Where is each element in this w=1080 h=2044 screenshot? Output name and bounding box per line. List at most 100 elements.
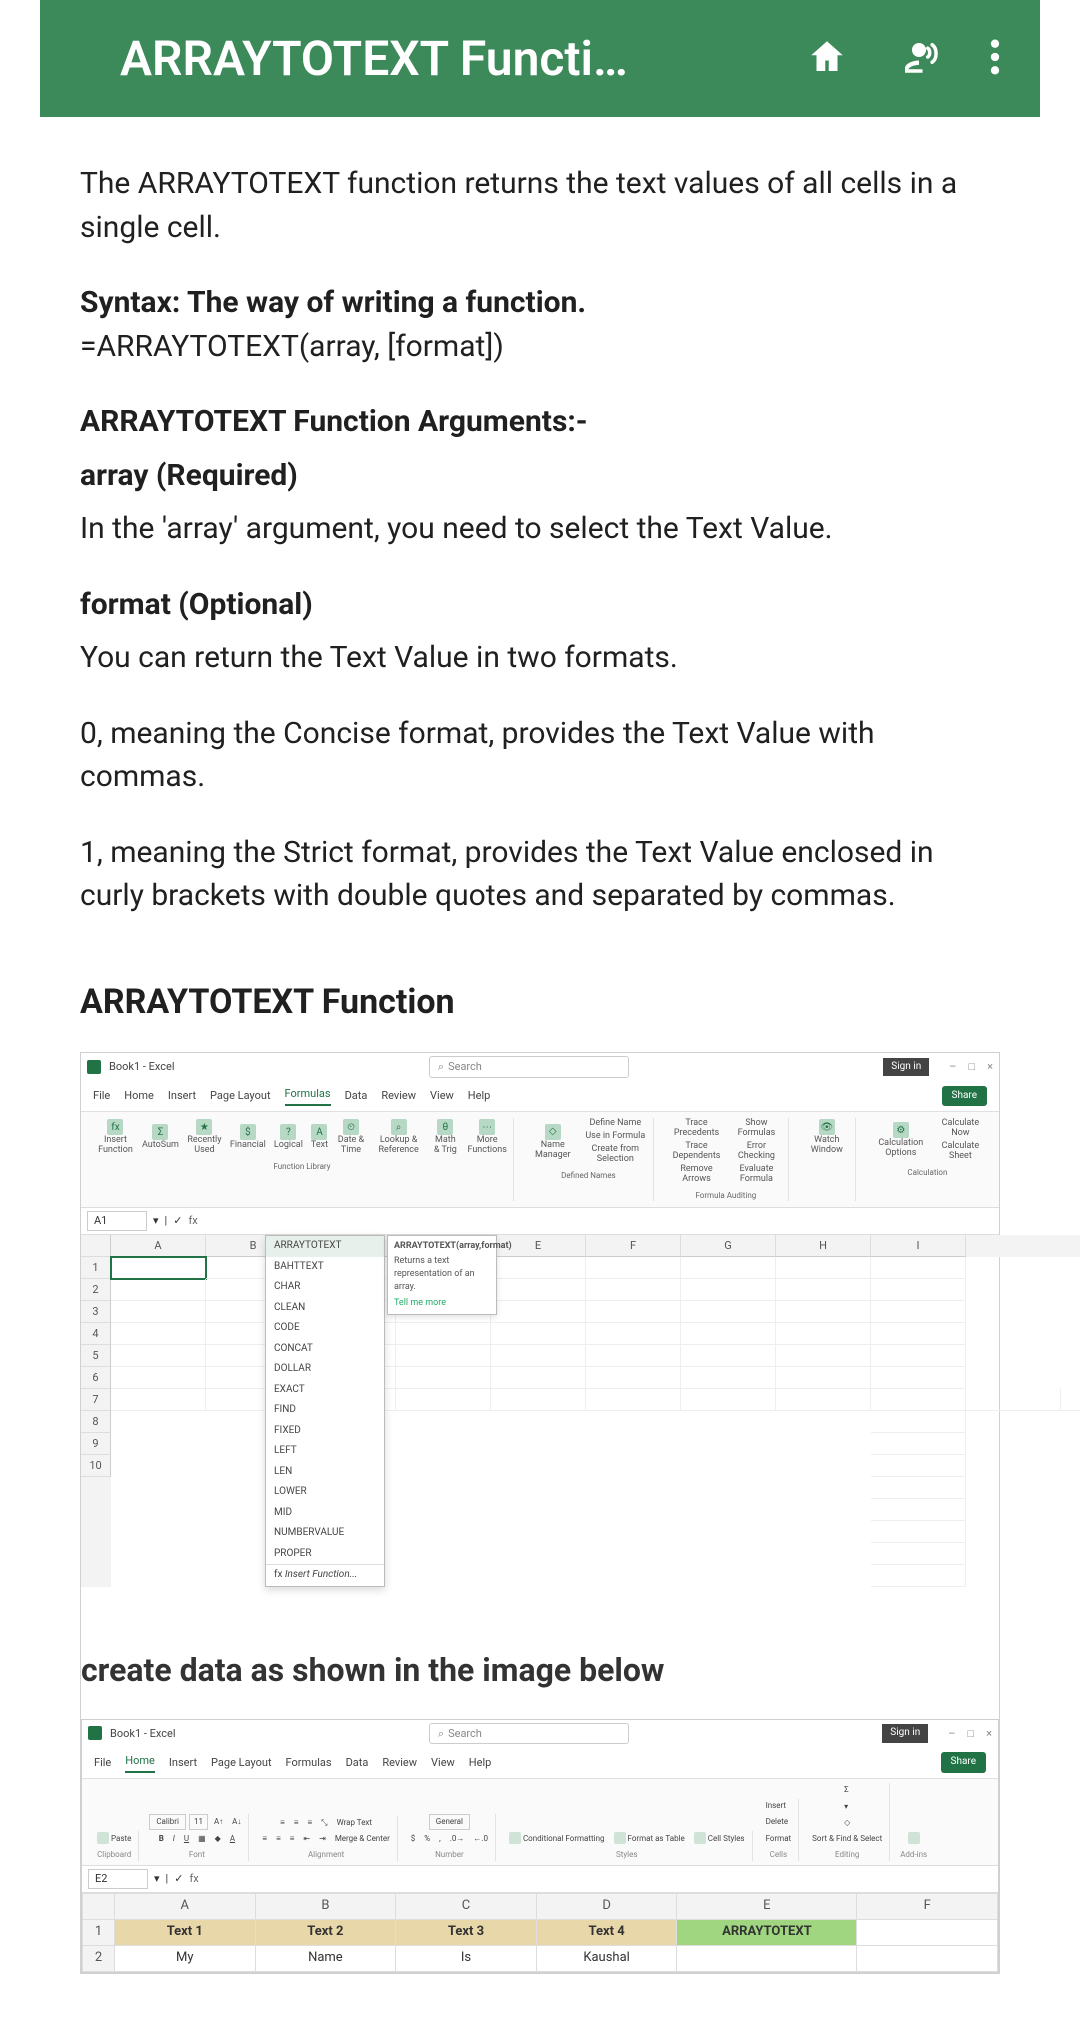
select-all-corner[interactable]	[83, 1893, 115, 1919]
cell[interactable]: My	[115, 1945, 256, 1971]
row-header[interactable]: 7	[81, 1389, 111, 1411]
dropdown-item[interactable]: CODE	[266, 1318, 384, 1339]
tab-file[interactable]: File	[94, 1755, 111, 1771]
italic-icon[interactable]: I	[170, 1832, 178, 1846]
dropdown-item[interactable]: NUMBERVALUE	[266, 1523, 384, 1544]
tab-data[interactable]: Data	[345, 1088, 368, 1104]
tab-help[interactable]: Help	[469, 1755, 492, 1771]
signin-button[interactable]: Sign in	[882, 1724, 928, 1743]
dropdown-item[interactable]: CONCAT	[266, 1339, 384, 1360]
trace-precedents-button[interactable]: Trace Precedents	[668, 1118, 725, 1140]
row-header[interactable]: 3	[81, 1301, 111, 1323]
maximize-icon[interactable]: □	[967, 1726, 974, 1742]
text-button[interactable]: AText	[309, 1123, 330, 1152]
datetime-button[interactable]: ⏲Date & Time	[334, 1118, 368, 1157]
row-header[interactable]: 9	[81, 1433, 111, 1455]
maximize-icon[interactable]: □	[968, 1059, 975, 1075]
align-left-icon[interactable]: ≡	[259, 1832, 270, 1846]
calculate-now-button[interactable]: Calculate Now	[936, 1118, 985, 1140]
use-in-formula-button[interactable]: Use in Formula	[582, 1131, 649, 1143]
dropdown-item[interactable]: PROPER	[266, 1544, 384, 1565]
text-functions-dropdown[interactable]: ARRAYTOTEXT BAHTTEXT CHAR CLEAN CODE CON…	[265, 1235, 385, 1587]
col-header[interactable]: I	[871, 1235, 966, 1257]
increase-decimal-icon[interactable]: .0→	[447, 1832, 468, 1846]
increase-font-icon[interactable]: A↑	[211, 1815, 226, 1829]
row-header[interactable]: 1	[83, 1919, 115, 1945]
col-header[interactable]: D	[536, 1893, 677, 1919]
cell[interactable]: Kaushal	[536, 1945, 677, 1971]
search-box[interactable]: ⌕ Search	[429, 1723, 629, 1745]
dropdown-item[interactable]: DOLLAR	[266, 1359, 384, 1380]
calculate-sheet-button[interactable]: Calculate Sheet	[936, 1141, 985, 1163]
cell[interactable]	[857, 1945, 998, 1971]
fill-color-icon[interactable]: ◆	[212, 1832, 224, 1846]
clear-icon[interactable]: ◇	[841, 1816, 853, 1830]
cell-a1[interactable]	[111, 1257, 206, 1279]
decrease-font-icon[interactable]: A↓	[229, 1815, 244, 1829]
fill-icon[interactable]: ▾	[841, 1800, 851, 1814]
decrease-decimal-icon[interactable]: ←.0	[470, 1832, 491, 1846]
underline-icon[interactable]: U	[181, 1832, 192, 1846]
align-bottom-icon[interactable]: ≡	[304, 1816, 315, 1830]
math-button[interactable]: θMath & Trig	[429, 1118, 461, 1157]
border-icon[interactable]: ▦	[195, 1832, 209, 1846]
orientation-icon[interactable]: ⤡	[318, 1816, 330, 1830]
align-right-icon[interactable]: ≡	[287, 1832, 298, 1846]
dropdown-item[interactable]: LEN	[266, 1462, 384, 1483]
cell-styles-button[interactable]: Cell Styles	[691, 1831, 748, 1845]
cell[interactable]: Text 2	[255, 1919, 396, 1945]
evaluate-formula-button[interactable]: Evaluate Formula	[729, 1164, 784, 1186]
cell[interactable]: Text 4	[536, 1919, 677, 1945]
tab-pagelayout[interactable]: Page Layout	[211, 1755, 272, 1771]
tab-view[interactable]: View	[431, 1755, 455, 1771]
trace-dependents-button[interactable]: Trace Dependents	[668, 1141, 725, 1163]
dropdown-item[interactable]: BAHTTEXT	[266, 1257, 384, 1278]
align-top-icon[interactable]: ≡	[277, 1816, 288, 1830]
row-header[interactable]: 6	[81, 1367, 111, 1389]
home-icon[interactable]	[806, 36, 848, 82]
addins-button[interactable]	[905, 1831, 923, 1845]
share-button[interactable]: Share	[942, 1086, 987, 1107]
tab-review[interactable]: Review	[381, 1088, 416, 1104]
fx-icon[interactable]: fx	[189, 1871, 198, 1887]
row-header[interactable]: 8	[81, 1411, 111, 1433]
share-button[interactable]: Share	[941, 1752, 986, 1773]
paste-button[interactable]: Paste	[94, 1831, 134, 1845]
number-format-select[interactable]: General	[429, 1814, 470, 1830]
worksheet-grid[interactable]: 1 2 3 4 5 6 7 8 9 10 A B C D E F G	[81, 1235, 999, 1587]
logical-button[interactable]: ?Logical	[272, 1123, 305, 1152]
close-icon[interactable]: ×	[987, 1059, 993, 1075]
show-formulas-button[interactable]: Show Formulas	[729, 1118, 784, 1140]
col-header[interactable]: H	[776, 1235, 871, 1257]
name-box[interactable]: A1	[87, 1211, 147, 1231]
row-header[interactable]: 4	[81, 1323, 111, 1345]
tab-file[interactable]: File	[93, 1088, 110, 1104]
name-box[interactable]: E2	[88, 1869, 148, 1889]
tab-insert[interactable]: Insert	[168, 1088, 196, 1104]
align-center-icon[interactable]: ≡	[273, 1832, 284, 1846]
tab-view[interactable]: View	[430, 1088, 454, 1104]
dropdown-item[interactable]: FIXED	[266, 1421, 384, 1442]
error-checking-button[interactable]: Error Checking	[729, 1141, 784, 1163]
namebox-dropdown-icon[interactable]: ▾	[153, 1213, 159, 1229]
namebox-dropdown-icon[interactable]: ▾	[154, 1871, 160, 1887]
dropdown-item[interactable]: CHAR	[266, 1277, 384, 1298]
worksheet-grid-2[interactable]: A B C D E F 1 Text 1 Text 2 Text 3 Text …	[82, 1893, 998, 1972]
fx-icon[interactable]: fx	[188, 1213, 197, 1229]
tab-formulas[interactable]: Formulas	[285, 1086, 331, 1106]
tab-home[interactable]: Home	[124, 1088, 154, 1104]
insert-cells-button[interactable]: Insert	[763, 1799, 790, 1813]
tab-review[interactable]: Review	[382, 1755, 417, 1771]
watch-window-button[interactable]: 👁Watch Window	[803, 1118, 851, 1157]
remove-arrows-button[interactable]: Remove Arrows	[668, 1164, 725, 1186]
search-box[interactable]: ⌕ Search	[429, 1056, 629, 1078]
insert-function-button[interactable]: fxInsert Function	[95, 1118, 136, 1157]
dropdown-item[interactable]: FIND	[266, 1400, 384, 1421]
tab-formulas[interactable]: Formulas	[286, 1755, 332, 1771]
currency-icon[interactable]: $	[408, 1832, 419, 1846]
financial-button[interactable]: $Financial	[228, 1123, 268, 1152]
font-name-select[interactable]: Calibri	[149, 1814, 186, 1830]
align-middle-icon[interactable]: ≡	[291, 1816, 302, 1830]
dropdown-insert-function[interactable]: fx Insert Function...	[266, 1564, 384, 1586]
lookup-button[interactable]: ⌕Lookup & Reference	[372, 1118, 425, 1157]
